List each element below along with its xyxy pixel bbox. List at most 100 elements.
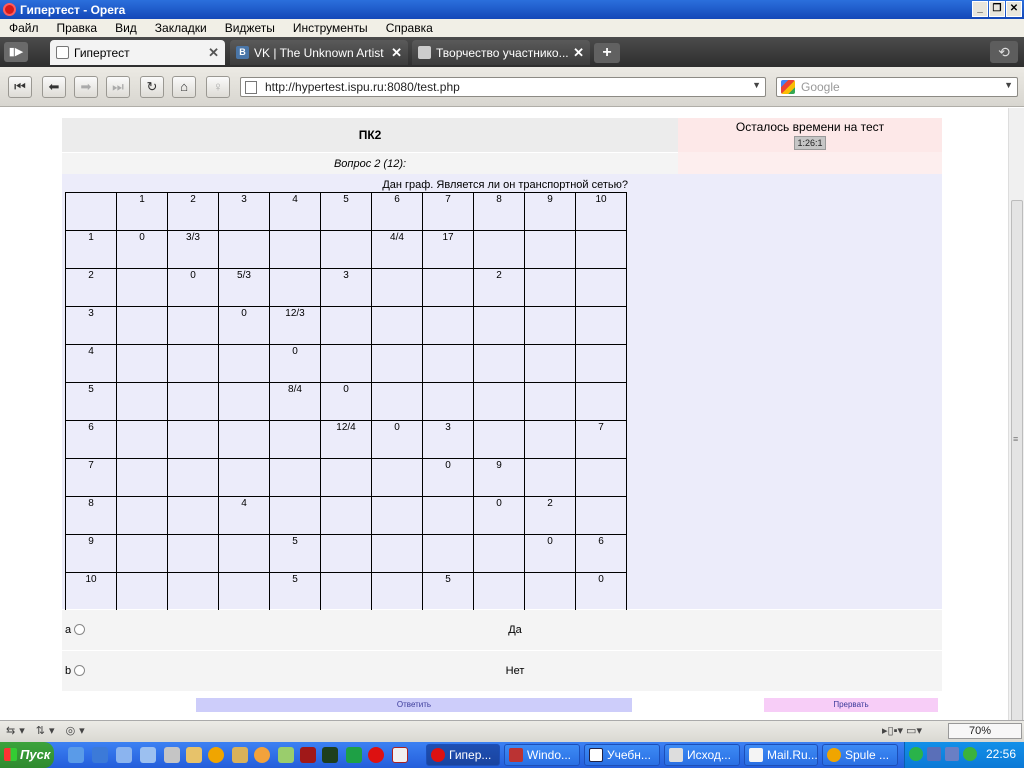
- task-label: Учебн...: [607, 748, 651, 762]
- submit-answer-button[interactable]: Ответить: [196, 698, 632, 712]
- reload-button[interactable]: ↻: [140, 76, 164, 98]
- task-hypertest[interactable]: Гипер...: [426, 744, 500, 766]
- vertical-scrollbar[interactable]: ≡: [1008, 108, 1024, 768]
- matrix-cell: [167, 572, 219, 611]
- matrix-cell: 5: [422, 572, 474, 611]
- home-button[interactable]: ⌂: [172, 76, 196, 98]
- quicklaunch-icon[interactable]: [322, 747, 338, 763]
- quicklaunch-icon[interactable]: [164, 747, 180, 763]
- menu-bookmarks[interactable]: Закладки: [146, 21, 216, 35]
- windows-flag-icon: [4, 748, 17, 761]
- task-spule[interactable]: Spule ...: [822, 744, 898, 766]
- quicklaunch-icon[interactable]: [232, 747, 248, 763]
- panel-toggle-button[interactable]: ▮▶: [4, 42, 28, 62]
- matrix-header-cell: 6: [371, 192, 423, 231]
- matrix-cell: 0: [116, 230, 168, 269]
- answer-label: Нет: [505, 665, 525, 677]
- window-icon: [509, 748, 523, 762]
- matrix-cell: [371, 496, 423, 535]
- answer-option-a[interactable]: a Да: [62, 610, 942, 650]
- abort-test-button[interactable]: Прервать: [764, 698, 938, 712]
- quicklaunch-icon[interactable]: [392, 747, 408, 763]
- quicklaunch-icon[interactable]: [140, 747, 156, 763]
- view-tools-icons[interactable]: ▸▯▪▾ ▭▾: [882, 724, 922, 737]
- menu-bar: Файл Правка Вид Закладки Виджеты Инструм…: [0, 19, 1024, 37]
- new-tab-button[interactable]: +: [594, 43, 620, 63]
- quicklaunch-icon[interactable]: [254, 747, 270, 763]
- quicklaunch-icon[interactable]: [300, 747, 316, 763]
- tab-hypertest[interactable]: Гипертест ✕: [50, 40, 225, 65]
- menu-help[interactable]: Справка: [377, 21, 442, 35]
- task-word[interactable]: Учебн...: [584, 744, 660, 766]
- matrix-cell: 12/3: [269, 306, 321, 345]
- menu-edit[interactable]: Правка: [48, 21, 107, 35]
- fast-forward-button[interactable]: ⏭: [106, 76, 130, 98]
- matrix-cell: [320, 572, 372, 611]
- matrix-header-cell: 4: [269, 192, 321, 231]
- task-windows[interactable]: Windo...: [504, 744, 580, 766]
- task-label: Windo...: [527, 748, 572, 762]
- chevron-down-icon[interactable]: ▼: [1004, 80, 1013, 90]
- matrix-cell: [371, 382, 423, 421]
- quicklaunch-icon[interactable]: [68, 747, 84, 763]
- google-icon: [781, 80, 795, 94]
- rewind-button[interactable]: ⏮: [8, 76, 32, 98]
- scrollbar-grip-icon: ≡: [1013, 434, 1019, 444]
- tray-icon[interactable]: [909, 747, 923, 761]
- matrix-row: 2 0 5/3 3 2: [65, 268, 627, 307]
- ie-icon[interactable]: [92, 747, 108, 763]
- matrix-cell: 0: [371, 420, 423, 459]
- answer-option-b[interactable]: b Нет: [62, 651, 942, 691]
- close-tab-icon[interactable]: ✕: [208, 45, 219, 61]
- tab-vk[interactable]: B VK | The Unknown Artist ✕: [230, 40, 408, 65]
- close-window-button[interactable]: ✕: [1006, 1, 1022, 17]
- address-bar[interactable]: http://hypertest.ispu.ru:8080/test.php ▼: [240, 77, 766, 97]
- question-number-side: [678, 152, 942, 174]
- wand-button[interactable]: ♀: [206, 76, 230, 98]
- maximize-button[interactable]: ❐: [989, 1, 1005, 17]
- task-mailru[interactable]: Mail.Ru...: [744, 744, 818, 766]
- tab-creativity[interactable]: Творчество участнико... ✕: [412, 40, 590, 65]
- status-bar: ⇆▾ ⇅▾ ◎▾ ▸▯▪▾ ▭▾ 70%: [0, 720, 1024, 742]
- network-icon[interactable]: [927, 747, 941, 761]
- scrollbar-thumb[interactable]: [1011, 200, 1023, 768]
- close-tab-icon[interactable]: ✕: [391, 45, 402, 61]
- matrix-row: 3 0 12/3: [65, 306, 627, 345]
- quicklaunch-icon[interactable]: [208, 747, 224, 763]
- icq-icon[interactable]: [963, 747, 977, 761]
- quicklaunch-icon[interactable]: [346, 747, 362, 763]
- matrix-cell: [524, 420, 576, 459]
- search-field[interactable]: Google ▼: [776, 77, 1018, 97]
- forward-button[interactable]: ➡: [74, 76, 98, 98]
- task-source[interactable]: Исход...: [664, 744, 740, 766]
- matrix-cell: [167, 382, 219, 421]
- status-tools-icons[interactable]: ⇆▾ ⇅▾ ◎▾: [6, 724, 89, 737]
- matrix-cell: [371, 306, 423, 345]
- menu-tools[interactable]: Инструменты: [284, 21, 377, 35]
- chevron-down-icon[interactable]: ▼: [752, 80, 761, 90]
- question-number: Вопрос 2 (12):: [62, 152, 678, 174]
- page-content: ПК2 Осталось времени на тест 1:26:1 Вопр…: [0, 108, 1008, 720]
- close-tab-icon[interactable]: ✕: [573, 45, 584, 61]
- minimize-button[interactable]: _: [972, 1, 988, 17]
- window-title: Гипертест - Opera: [20, 2, 126, 17]
- matrix-row: 7 09: [65, 458, 627, 497]
- menu-file[interactable]: Файл: [0, 21, 48, 35]
- quicklaunch-icon[interactable]: [186, 747, 202, 763]
- matrix-cell: [575, 268, 627, 307]
- network-icon[interactable]: [945, 747, 959, 761]
- matrix-row-label: 3: [65, 306, 117, 345]
- back-button[interactable]: ⬅: [42, 76, 66, 98]
- quicklaunch-icon[interactable]: [278, 747, 294, 763]
- start-button[interactable]: Пуск: [0, 742, 54, 768]
- opera-icon[interactable]: [368, 747, 384, 763]
- word-icon: [589, 748, 603, 762]
- menu-widgets[interactable]: Виджеты: [216, 21, 284, 35]
- closed-tabs-icon[interactable]: ⟲: [990, 41, 1018, 63]
- matrix-cell: [575, 344, 627, 383]
- menu-view[interactable]: Вид: [106, 21, 146, 35]
- matrix-cell: 0: [473, 496, 525, 535]
- matrix-row-label: 9: [65, 534, 117, 573]
- zoom-value[interactable]: 70%: [948, 723, 1022, 739]
- desktop-icon[interactable]: [116, 747, 132, 763]
